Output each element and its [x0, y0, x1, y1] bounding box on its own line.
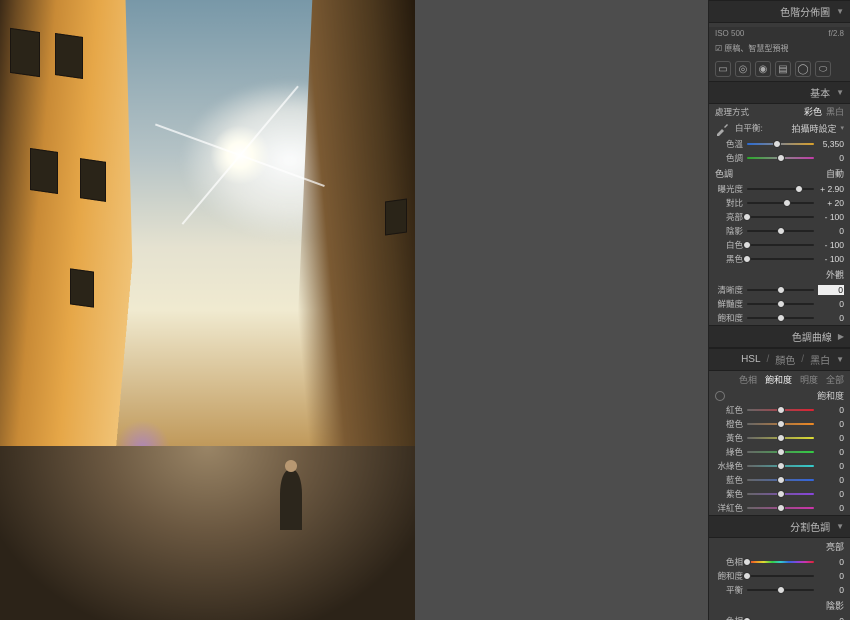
- collapse-icon: ▼: [836, 522, 844, 531]
- whites-slider[interactable]: [747, 239, 814, 251]
- hsl-tabs: 色相 飽和度 明度 全部: [709, 371, 850, 388]
- collapse-icon: ▼: [836, 355, 844, 364]
- temp-slider[interactable]: [747, 138, 814, 150]
- hsl-purple-slider[interactable]: [747, 488, 814, 500]
- exif-strip: ISO 500 f/2.8: [709, 27, 850, 40]
- iso-value: ISO 500: [715, 29, 744, 38]
- crop-tool-icon[interactable]: ▭: [715, 61, 731, 77]
- split-toning-header[interactable]: 分割色調▼: [709, 515, 850, 538]
- collapse-icon: ▼: [836, 88, 844, 97]
- histogram-title: 色階分佈圖: [780, 4, 830, 19]
- hsl-yellow-slider[interactable]: [747, 432, 814, 444]
- grad-tool-icon[interactable]: ▤: [775, 61, 791, 77]
- hsl-header[interactable]: HSL/ 顏色/ 黑白 ▼: [709, 348, 850, 371]
- split-sh-hue-slider[interactable]: [747, 615, 814, 620]
- shadows-slider[interactable]: [747, 225, 814, 237]
- split-hi-sat-slider[interactable]: [747, 570, 814, 582]
- histogram-header[interactable]: 色階分佈圖 ▼: [709, 0, 850, 23]
- basic-header[interactable]: 基本 ▼: [709, 81, 850, 104]
- highlights-slider[interactable]: [747, 211, 814, 223]
- preview-image[interactable]: [0, 0, 415, 620]
- saturation-slider[interactable]: [747, 312, 814, 324]
- tab-saturation[interactable]: 飽和度: [765, 373, 792, 386]
- eyedropper-icon[interactable]: [715, 120, 731, 136]
- local-tools: ▭ ◎ ◉ ▤ ◯ ⬭: [709, 57, 850, 81]
- vibrance-slider[interactable]: [747, 298, 814, 310]
- tab-luminance[interactable]: 明度: [800, 373, 818, 386]
- tab-hue[interactable]: 色相: [739, 373, 757, 386]
- preview-mode[interactable]: ☑ 原稿、智慧型預視: [709, 40, 850, 57]
- split-hi-hue-slider[interactable]: [747, 556, 814, 568]
- hsl-aqua-slider[interactable]: [747, 460, 814, 472]
- hsl-magenta-slider[interactable]: [747, 502, 814, 514]
- aperture-value: f/2.8: [828, 29, 844, 38]
- treatment-bw[interactable]: 黑白: [826, 105, 844, 118]
- exposure-slider[interactable]: [747, 183, 814, 195]
- tint-slider[interactable]: [747, 152, 814, 164]
- collapse-icon: ▼: [836, 7, 844, 16]
- contrast-slider[interactable]: [747, 197, 814, 209]
- tonecurve-header[interactable]: 色調曲線▶: [709, 325, 850, 348]
- redeye-tool-icon[interactable]: ◉: [755, 61, 771, 77]
- split-balance-slider[interactable]: [747, 584, 814, 596]
- tab-all[interactable]: 全部: [826, 373, 844, 386]
- target-adjust-icon[interactable]: [715, 391, 725, 401]
- radial-tool-icon[interactable]: ◯: [795, 61, 811, 77]
- chevron-down-icon: ▾: [840, 124, 844, 132]
- hsl-green-slider[interactable]: [747, 446, 814, 458]
- hsl-orange-slider: [747, 418, 814, 430]
- develop-panel: 色階分佈圖 ▼ ISO 500 f/2.8 ☑ 原稿、智慧型預視 ▭ ◎ ◉ ▤…: [708, 0, 850, 620]
- treatment-label: 處理方式: [715, 106, 749, 118]
- collapse-icon: ▶: [838, 332, 844, 341]
- spot-tool-icon[interactable]: ◎: [735, 61, 751, 77]
- auto-tone-button[interactable]: 自動: [826, 167, 844, 180]
- treatment-color[interactable]: 彩色: [804, 105, 822, 118]
- hsl-red-slider[interactable]: [747, 404, 814, 416]
- brush-tool-icon[interactable]: ⬭: [815, 61, 831, 77]
- clarity-slider[interactable]: [747, 284, 814, 296]
- blacks-slider[interactable]: [747, 253, 814, 265]
- wb-preset-dropdown[interactable]: 拍攝時設定: [791, 122, 836, 135]
- hsl-blue-slider[interactable]: [747, 474, 814, 486]
- canvas-area[interactable]: [0, 0, 708, 620]
